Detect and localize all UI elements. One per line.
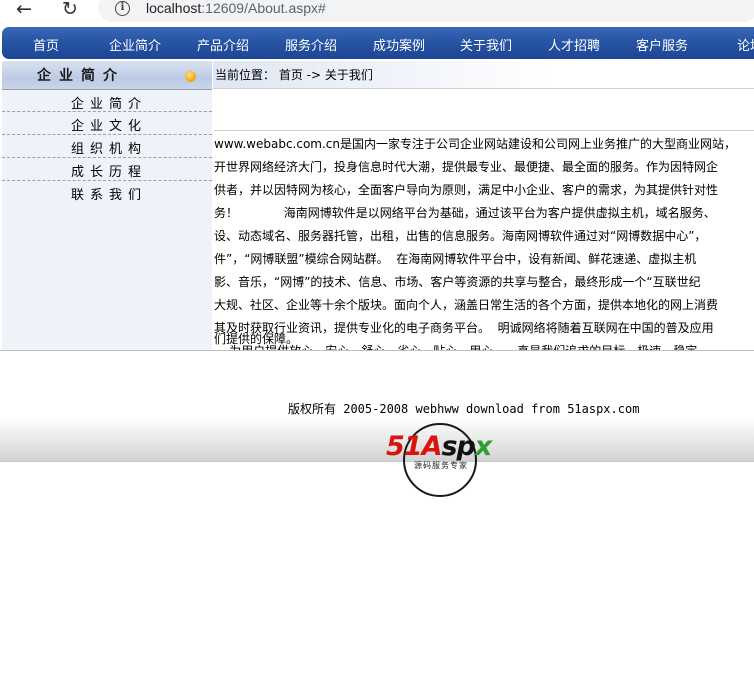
browser-toolbar: ← ↻ i localhost:12609/About.aspx#	[0, 0, 754, 24]
article-line: 务！ 海南网博软件是以网络平台为基础，通过该平台为客户提供虚拟主机，域名服务、	[214, 206, 716, 220]
sidebar-header: 企业简介	[2, 61, 212, 89]
sidebar-item-label: 企业文化	[71, 119, 148, 134]
sidebar-item-organization[interactable]: 组织机构	[2, 135, 212, 158]
nav-item-forum[interactable]: 论坛	[737, 35, 754, 54]
article-line: 影、音乐，“网博”的技术、信息、市场、客户等资源的共享与整合，最终形成一个“互联…	[214, 275, 701, 289]
nav-item-home[interactable]: 首页	[33, 35, 59, 54]
footer-band	[0, 417, 754, 462]
sidebar-item-label: 成长历程	[71, 165, 148, 180]
article-line: 大规、社区、企业等十余个版块。面向个人，涵盖日常生活的各个方面，提供本地化的网上…	[214, 298, 719, 312]
logo-subtitle: 源码服务专家	[414, 461, 468, 470]
breadcrumb: 当前位置： 首页 -> 关于我们	[213, 61, 754, 89]
url-host: localhost	[146, 0, 202, 16]
sidebar: 企业简介 企业简介 企业文化 组织机构 成长历程 联系我们	[2, 61, 212, 351]
top-nav-bar: 首页 企业简介 产品介绍 服务介绍 成功案例 关于我们 人才招聘 客户服务 论坛	[2, 27, 754, 59]
article-line: www.webabc.com.cn是国内一家专注于公司企业网站建设和公司网上业务…	[214, 137, 737, 151]
nav-item-services[interactable]: 服务介绍	[285, 35, 337, 54]
sidebar-item-history[interactable]: 成长历程	[2, 158, 212, 181]
reload-icon[interactable]: ↻	[58, 0, 82, 20]
logo-wordmark: 51Aspx	[386, 431, 492, 462]
nav-item-cases[interactable]: 成功案例	[373, 35, 425, 54]
site-info-icon[interactable]: i	[115, 1, 130, 16]
breadcrumb-text: 当前位置： 首页 -> 关于我们	[215, 68, 373, 82]
address-bar[interactable]: i localhost:12609/About.aspx#	[98, 0, 754, 22]
sidebar-item-company-intro[interactable]: 企业简介	[2, 89, 212, 112]
sidebar-menu: 企业简介 企业文化 组织机构 成长历程 联系我们	[2, 89, 212, 204]
nav-item-company-intro[interactable]: 企业简介	[109, 35, 161, 54]
bullet-icon	[185, 71, 196, 82]
sidebar-title: 企业简介	[37, 68, 125, 84]
sidebar-item-label: 联系我们	[71, 188, 148, 203]
article-line: 设、动态域名、服务器托管，出租，出售的信息服务。海南网博软件通过对“网博数据中心…	[214, 229, 707, 243]
url-path: :12609/About.aspx#	[201, 0, 326, 16]
sidebar-item-contact[interactable]: 联系我们	[2, 181, 212, 204]
nav-item-about[interactable]: 关于我们	[460, 35, 512, 54]
nav-item-products[interactable]: 产品介绍	[197, 35, 249, 54]
article-line: 供者，并以因特网为核心，全面客户导向为原则，满足中小企业、客户的需求，为其提供针…	[214, 183, 719, 197]
copyright-text: 版权所有 2005-2008 webhww download from 51as…	[288, 402, 640, 416]
sidebar-item-label: 组织机构	[71, 142, 148, 157]
article-line: 们提供的保障。	[214, 332, 299, 346]
article-line: 件”，“网博联盟”模综合网站群。 在海南网博软件平台中，设有新闻、鲜花速递、虚拟…	[214, 252, 697, 266]
back-arrow-icon[interactable]: ←	[12, 0, 36, 20]
content-divider	[0, 350, 754, 351]
article-line: 开世界网络经济大门，投身信息时代大潮，提供最专业、最便捷、最全面的服务。作为因特…	[214, 160, 719, 174]
site-logo: 51Aspx 源码服务专家	[386, 423, 516, 498]
nav-item-jobs[interactable]: 人才招聘	[548, 35, 600, 54]
sidebar-item-culture[interactable]: 企业文化	[2, 112, 212, 135]
article-body: www.webabc.com.cn是国内一家专注于公司企业网站建设和公司网上业务…	[214, 130, 754, 350]
sidebar-item-label: 企业简介	[71, 97, 148, 112]
url-text[interactable]: localhost:12609/About.aspx#	[146, 0, 326, 16]
nav-item-customer-service[interactable]: 客户服务	[636, 35, 688, 54]
